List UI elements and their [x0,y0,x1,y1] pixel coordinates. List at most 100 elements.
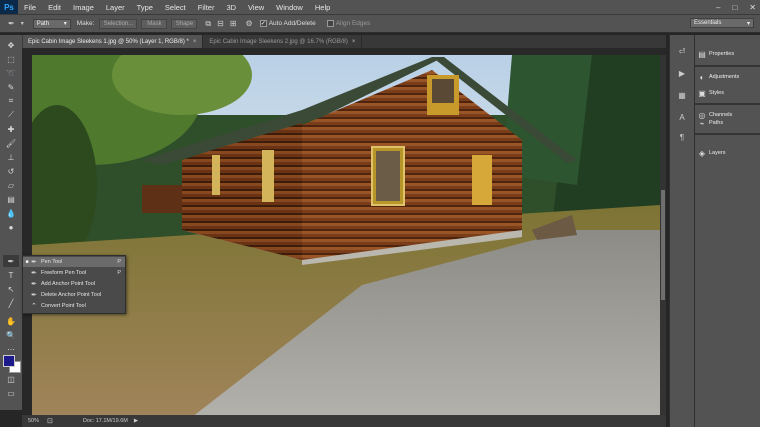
minimize-icon[interactable]: – [716,3,720,12]
quick-selection-tool-icon[interactable]: ✎ [3,81,19,93]
menu-filter[interactable]: Filter [192,3,221,12]
selected-bullet-icon: ■ [25,259,29,265]
flyout-item-convert-point-tool[interactable]: ⌃ Convert Point Tool [23,301,125,311]
menu-select[interactable]: Select [159,3,192,12]
mode-dropdown[interactable]: Path ▾ [32,18,71,29]
dodge-tool-icon[interactable]: ● [3,221,19,233]
close-icon[interactable]: ✕ [749,3,756,12]
selection-button[interactable]: Selection... [99,18,138,29]
shape-button[interactable]: Shape [171,18,198,29]
lasso-tool-icon[interactable]: ➰ [3,67,19,79]
history-brush-tool-icon[interactable]: ↺ [3,165,19,177]
screen-mode-icon[interactable]: ▭ [3,387,19,399]
gradient-tool-icon[interactable]: ▤ [3,193,19,205]
actions-icon[interactable]: ▶ [675,67,689,79]
auto-add-delete-checkbox[interactable]: ✓ [259,20,267,27]
panel-layers[interactable]: ◈ Layers [695,146,760,160]
window-controls: – □ ✕ [716,0,756,14]
cabin-side-window [262,150,274,202]
crop-tool-icon[interactable]: ⌗ [3,95,19,107]
menu-help[interactable]: Help [309,3,336,12]
tab-label: Epic Cabin Image Sleekens 1.jpg @ 50% (L… [28,38,189,45]
close-icon[interactable]: × [193,39,197,45]
panel-label: Properties [709,51,735,57]
photoshop-logo: Ps [0,0,18,14]
marquee-tool-icon[interactable]: ⬚ [3,53,19,65]
status-bar: 50% ⊡ Doc: 17.1M/19.6M ▶ [22,415,666,427]
convert-point-icon: ⌃ [31,303,37,310]
menu-edit[interactable]: Edit [42,3,67,12]
brush-tool-icon[interactable]: 🖌 [3,137,19,149]
healing-brush-tool-icon[interactable]: ✚ [3,123,19,135]
chevron-down-icon: ▾ [63,21,67,27]
cabin-window-right [472,155,492,205]
eraser-tool-icon[interactable]: ▱ [3,179,19,191]
flyout-item-pen-tool[interactable]: ■ ✒ Pen Tool P [23,257,125,267]
quick-mask-icon[interactable]: ◫ [3,373,19,385]
panel-properties[interactable]: ▤ Properties [695,47,760,61]
character-icon[interactable]: A [675,111,689,123]
flyout-item-add-anchor-point-tool[interactable]: ✒ Add Anchor Point Tool [23,279,125,289]
path-operations-icon[interactable]: ⧉ [205,19,211,29]
menu-type[interactable]: Type [131,3,159,12]
menu-file[interactable]: File [18,3,42,12]
menu-3d[interactable]: 3D [220,3,242,12]
move-tool-icon[interactable]: ✥ [3,39,19,51]
align-edges-checkbox[interactable] [326,20,334,27]
document-canvas-image[interactable] [32,55,660,417]
paths-icon: ⌁ [699,119,705,127]
path-alignment-icon[interactable]: ⊟ [217,19,224,28]
flyout-item-shortcut: P [117,270,121,276]
mask-button[interactable]: Mask [141,18,168,29]
maximize-icon[interactable]: □ [732,3,737,12]
blur-tool-icon[interactable]: 💧 [3,207,19,219]
menu-view[interactable]: View [242,3,270,12]
zoom-tool-icon[interactable]: 🔍 [3,329,19,341]
workspace-value: Essentials [694,20,722,26]
pen-tool-flyout-menu: ■ ✒ Pen Tool P ✒ Freeform Pen Tool P ✒ A… [22,255,126,314]
panel-divider [695,65,760,67]
collapsed-panel-icons: ⏎ ▶ ▦ A ¶ [669,35,694,427]
path-arrangement-icon[interactable]: ⊞ [230,19,237,28]
zoom-level[interactable]: 50% [28,418,39,424]
status-menu-arrow-icon[interactable]: ▶ [134,418,138,424]
paragraph-icon[interactable]: ¶ [675,131,689,143]
tab-document-2[interactable]: Epic Cabin Image Sleekens 2.jpg @ 16.7% … [203,35,363,48]
add-anchor-icon: ✒ [31,281,37,288]
gear-icon[interactable]: ⚙ [246,19,253,28]
menu-image[interactable]: Image [67,3,100,12]
menu-layer[interactable]: Layer [100,3,131,12]
flyout-item-delete-anchor-point-tool[interactable]: ✒ Delete Anchor Point Tool [23,290,125,300]
history-icon[interactable]: ⏎ [675,45,689,57]
cabin-gable-window-glass [432,79,454,103]
tab-document-1[interactable]: Epic Cabin Image Sleekens 1.jpg @ 50% (L… [22,35,204,48]
panel-paths[interactable]: ⌁ Paths [695,119,760,127]
line-tool-icon[interactable]: ╱ [3,297,19,309]
panel-divider [695,103,760,105]
panel-adjustments[interactable]: ◐ Adjustments [695,70,760,84]
panel-divider [695,133,760,135]
vertical-scrollbar-thumb[interactable] [661,190,665,300]
swatches-icon[interactable]: ▦ [675,89,689,101]
styles-icon: ▣ [698,88,706,98]
pen-tool-preset-icon[interactable]: ✒ [8,19,15,28]
panel-label: Paths [709,120,724,126]
flyout-item-freeform-pen-tool[interactable]: ✒ Freeform Pen Tool P [23,268,125,278]
layers-icon: ◈ [698,148,706,158]
pen-icon: ✒ [31,259,37,266]
close-icon[interactable]: × [352,39,356,45]
adjustments-icon: ◐ [699,72,705,82]
zoom-icon[interactable]: ⊡ [47,417,53,425]
clone-stamp-tool-icon[interactable]: ⊥ [3,151,19,163]
foreground-color-swatch[interactable] [3,355,15,367]
more-tools-icon[interactable]: ⋯ [3,343,19,355]
path-selection-tool-icon[interactable]: ↖ [3,283,19,295]
chevron-down-icon[interactable]: ▾ [21,20,24,27]
pen-tool-icon[interactable]: ✒ [3,255,19,267]
workspace-dropdown[interactable]: Essentials ▾ [690,18,754,28]
panel-styles[interactable]: ▣ Styles [695,86,760,100]
menu-window[interactable]: Window [270,3,309,12]
hand-tool-icon[interactable]: ✋ [3,315,19,327]
type-tool-icon[interactable]: T [3,269,19,281]
eyedropper-tool-icon[interactable]: ⟋ [3,109,19,121]
